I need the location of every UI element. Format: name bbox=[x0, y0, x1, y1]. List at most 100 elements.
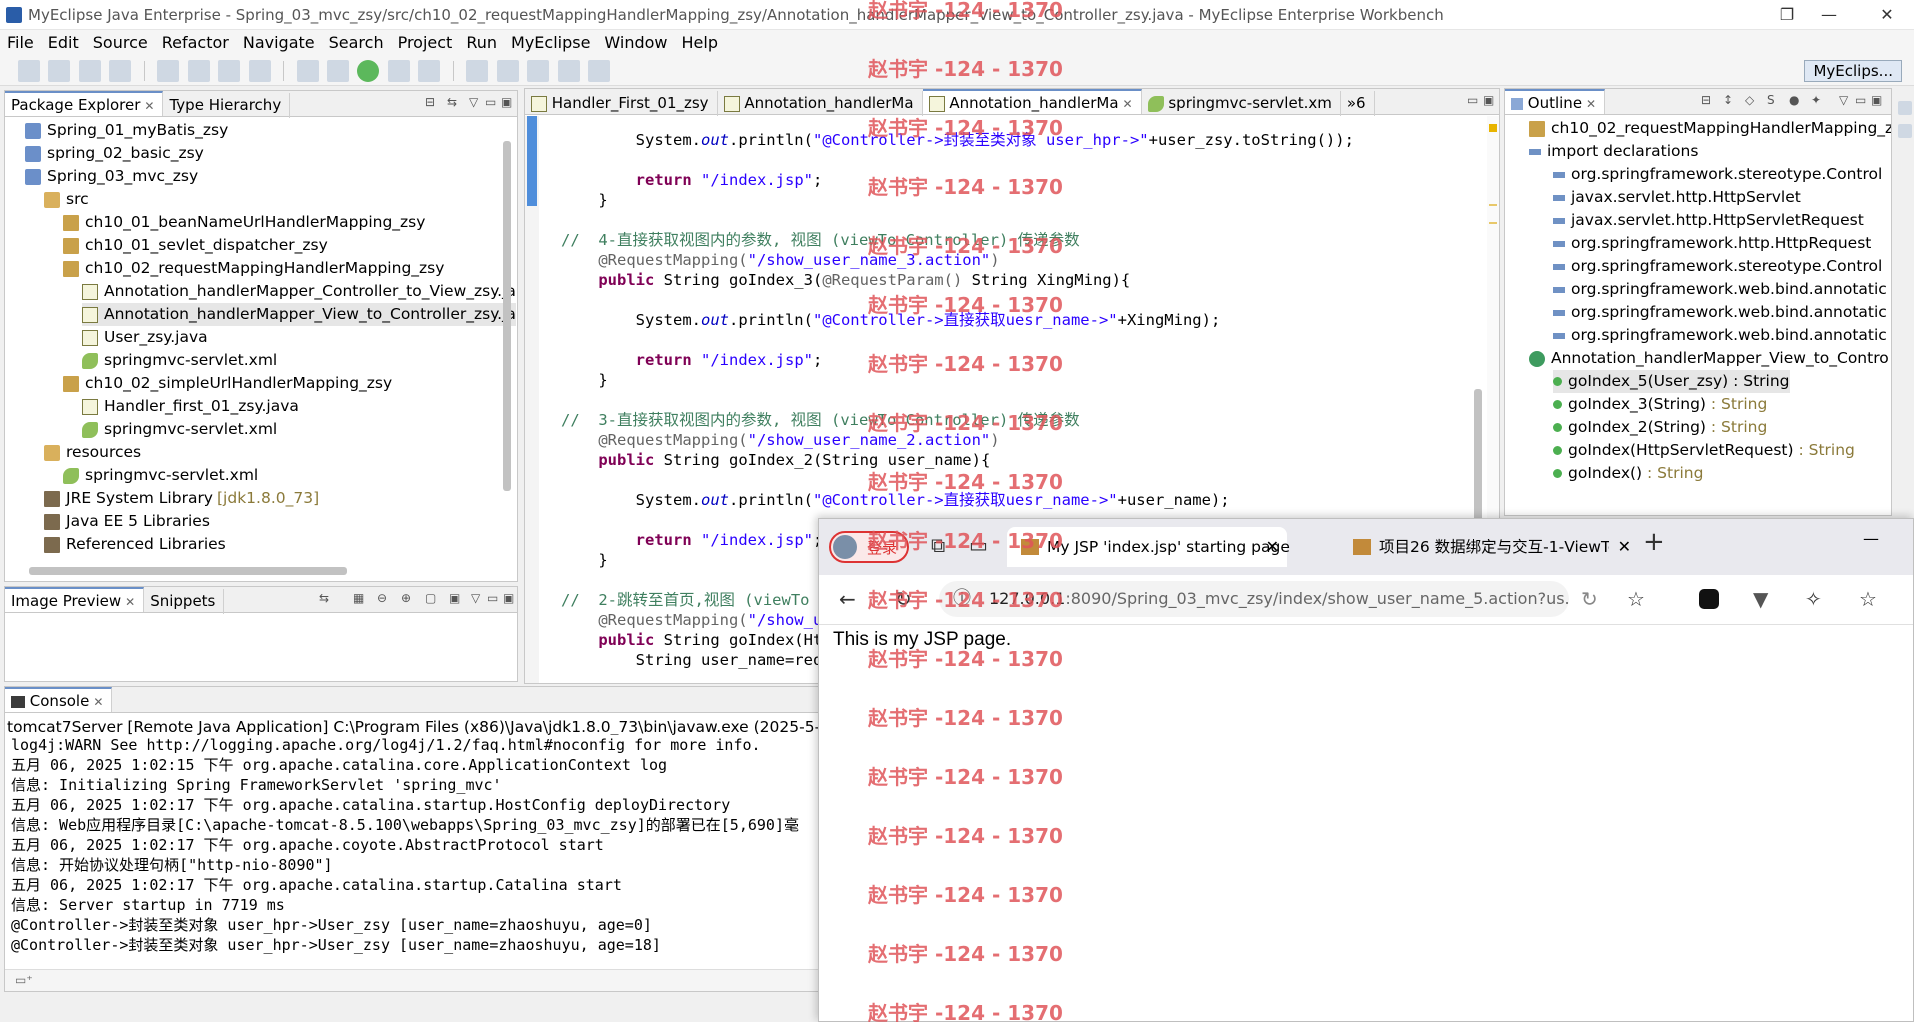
debug-icon[interactable] bbox=[326, 60, 349, 82]
restore-button[interactable]: ❐ bbox=[1764, 2, 1810, 28]
hide-static-icon[interactable]: S bbox=[1767, 93, 1775, 107]
menu-edit[interactable]: Edit bbox=[41, 30, 86, 55]
hide-non-public-icon[interactable]: ● bbox=[1789, 93, 1799, 107]
outline-tree-item[interactable]: goIndex() : String bbox=[1553, 462, 1703, 485]
url-input[interactable]: ⓘ 127.0.0.1:8090/Spring_03_mvc_zsy/index… bbox=[939, 581, 1569, 617]
open-type-icon[interactable] bbox=[187, 60, 210, 82]
tab-actions-icon[interactable]: ▭ bbox=[969, 533, 988, 557]
minimize-browser-button[interactable]: — bbox=[1863, 529, 1879, 548]
package-tree-item[interactable]: Handler_first_01_zsy.java bbox=[82, 395, 299, 418]
maximize-view-icon[interactable]: ▣ bbox=[503, 591, 514, 605]
new-icon[interactable] bbox=[18, 60, 40, 82]
tab-project-26[interactable]: 项目26 数据绑定与交互-1-ViewTo ✕ bbox=[1339, 527, 1639, 567]
close-icon[interactable]: ✕ bbox=[125, 595, 135, 609]
outline-tree-item[interactable]: goIndex_3(String) : String bbox=[1553, 393, 1767, 416]
grid-icon[interactable]: ▣ bbox=[449, 591, 460, 605]
new-tab-button[interactable]: + bbox=[1643, 527, 1665, 557]
horizontal-scrollbar[interactable] bbox=[29, 567, 347, 575]
package-tree-item[interactable]: User_zsy.java bbox=[82, 326, 208, 349]
minimize-view-icon[interactable]: ▭ bbox=[1467, 93, 1478, 107]
save-icon[interactable] bbox=[48, 60, 71, 82]
tab-my-jsp[interactable]: My JSP 'index.jsp' starting page ✕ bbox=[1007, 527, 1290, 567]
package-tree-item[interactable]: Annotation_handlerMapper_View_to_Control… bbox=[82, 303, 516, 326]
tab-snippets[interactable]: Snippets bbox=[144, 589, 225, 614]
open-task-icon[interactable] bbox=[496, 60, 519, 82]
tab-springmvc-servlet[interactable]: springmvc-servlet.xm bbox=[1142, 91, 1341, 116]
close-icon[interactable]: ✕ bbox=[1123, 97, 1133, 111]
hide-fields-icon[interactable]: ◇ bbox=[1745, 93, 1754, 107]
tab-annotation-view-to-controller[interactable]: Annotation_handlerMa ✕ bbox=[922, 89, 1142, 114]
vertical-scrollbar[interactable] bbox=[503, 141, 511, 491]
print-icon[interactable] bbox=[109, 60, 132, 82]
view-menu-icon[interactable]: ▽ bbox=[471, 591, 480, 605]
view-menu-icon[interactable]: ▽ bbox=[1839, 93, 1848, 107]
package-tree-item[interactable]: ch10_02_requestMappingHandlerMapping_zsy bbox=[63, 257, 444, 280]
menu-project[interactable]: Project bbox=[391, 30, 460, 55]
occurrence-marker[interactable] bbox=[1489, 222, 1497, 224]
web-browser-icon[interactable] bbox=[296, 60, 319, 82]
tab-package-explorer[interactable]: Package Explorer ✕ bbox=[5, 91, 164, 116]
outline-tree-item[interactable]: javax.servlet.http.HttpServletRequest bbox=[1553, 209, 1864, 232]
tab-console[interactable]: Console ✕ bbox=[5, 687, 113, 712]
menu-refactor[interactable]: Refactor bbox=[155, 30, 236, 55]
fit-icon[interactable]: ▦ bbox=[353, 591, 364, 605]
package-tree-item[interactable]: resources bbox=[44, 441, 141, 464]
menu-file[interactable]: File bbox=[0, 30, 41, 55]
perspective-myeclipse-button[interactable]: MyEclips... bbox=[1804, 60, 1902, 82]
task-list-icon[interactable] bbox=[1898, 124, 1912, 138]
menu-navigate[interactable]: Navigate bbox=[236, 30, 322, 55]
status-bar-icon[interactable]: ▭⁺ bbox=[15, 973, 33, 987]
refresh-circle-icon[interactable]: ↻ bbox=[1581, 587, 1598, 611]
package-tree-item[interactable]: springmvc-servlet.xml bbox=[82, 349, 277, 372]
package-tree-item[interactable]: Annotation_handlerMapper_Controller_to_V… bbox=[82, 280, 516, 303]
maximize-view-icon[interactable]: ▣ bbox=[1871, 93, 1882, 107]
run-last-icon[interactable] bbox=[387, 60, 410, 82]
package-tree-item[interactable]: ch10_01_sevlet_dispatcher_zsy bbox=[63, 234, 328, 257]
package-tree-item[interactable]: ch10_01_beanNameUrlHandlerMapping_zsy bbox=[63, 211, 425, 234]
menu-run[interactable]: Run bbox=[459, 30, 504, 55]
close-icon[interactable]: ✕ bbox=[1586, 97, 1596, 111]
close-icon[interactable]: ✕ bbox=[144, 99, 154, 113]
hide-local-types-icon[interactable]: ✦ bbox=[1811, 93, 1821, 107]
outline-tree-item[interactable]: org.springframework.stereotype.Control bbox=[1553, 255, 1882, 278]
close-window-button[interactable]: ✕ bbox=[1864, 2, 1910, 28]
package-tree-item[interactable]: JRE System Library [jdk1.8.0_73] bbox=[44, 487, 319, 510]
favorites-icon[interactable]: ☆ bbox=[1859, 587, 1877, 611]
minimize-view-icon[interactable]: ▭ bbox=[1855, 93, 1866, 107]
outline-tree-item[interactable]: goIndex_2(String) : String bbox=[1553, 416, 1767, 439]
outline-tree-item[interactable]: org.springframework.http.HttpRequest bbox=[1553, 232, 1871, 255]
login-button[interactable]: 登录 bbox=[829, 531, 909, 563]
extensions-puzzle-icon[interactable]: ✧ bbox=[1805, 587, 1822, 611]
menu-window[interactable]: Window bbox=[597, 30, 674, 55]
tab-type-hierarchy[interactable]: Type Hierarchy bbox=[163, 93, 291, 118]
minimize-button[interactable]: — bbox=[1806, 2, 1852, 28]
tab-overflow[interactable]: »6 bbox=[1341, 91, 1375, 116]
outline-tree-item[interactable]: org.springframework.web.bind.annotatic bbox=[1553, 324, 1887, 347]
tab-annotation-controller-to-view[interactable]: Annotation_handlerMa bbox=[718, 91, 923, 116]
view-menu-icon[interactable]: ▽ bbox=[469, 95, 478, 109]
menu-search[interactable]: Search bbox=[322, 30, 391, 55]
tab-image-preview[interactable]: Image Preview ✕ bbox=[5, 587, 145, 612]
menu-source[interactable]: Source bbox=[86, 30, 155, 55]
tab-handler-first[interactable]: Handler_First_01_zsy bbox=[525, 91, 718, 116]
close-icon[interactable]: ✕ bbox=[93, 695, 103, 709]
close-tab-icon[interactable]: ✕ bbox=[1266, 527, 1279, 567]
server-icon[interactable] bbox=[248, 60, 271, 82]
workspaces-icon[interactable]: ⧉ bbox=[931, 533, 945, 557]
tab-outline[interactable]: Outline ✕ bbox=[1505, 89, 1606, 114]
back-arrow-icon[interactable]: ← bbox=[839, 587, 856, 611]
run-icon[interactable] bbox=[357, 60, 380, 82]
package-tree-item[interactable]: Spring_01_myBatis_zsy bbox=[25, 119, 228, 142]
zoom-in-icon[interactable]: ⊕ bbox=[401, 591, 411, 605]
new-project-icon[interactable] bbox=[157, 60, 180, 82]
menu-myeclipse[interactable]: MyEclipse bbox=[504, 30, 597, 55]
deploy-icon[interactable] bbox=[218, 60, 241, 82]
refresh-icon[interactable]: ⇆ bbox=[319, 591, 329, 605]
collapse-all-icon[interactable]: ⊟ bbox=[425, 95, 435, 109]
occurrence-marker[interactable] bbox=[1489, 204, 1497, 206]
package-tree-item[interactable]: spring_02_basic_zsy bbox=[25, 142, 204, 165]
console-output[interactable]: log4j:WARN See http://logging.apache.org… bbox=[5, 735, 819, 969]
package-tree-item[interactable]: springmvc-servlet.xml bbox=[82, 418, 277, 441]
menu-help[interactable]: Help bbox=[675, 30, 725, 55]
minimize-view-icon[interactable]: ▭ bbox=[487, 591, 498, 605]
